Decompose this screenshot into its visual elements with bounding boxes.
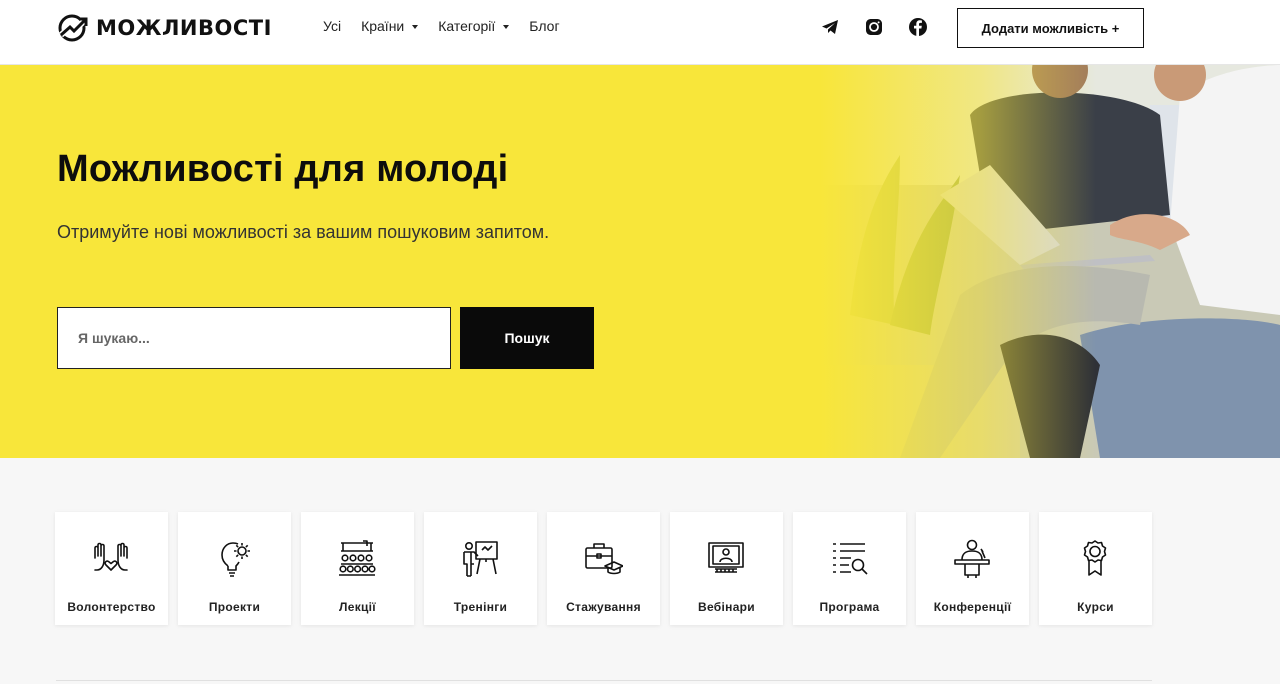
- lightbulb-gear-icon: [221, 542, 250, 577]
- category-trainings[interactable]: Тренінги: [424, 512, 537, 625]
- category-webinars[interactable]: Вебінари: [670, 512, 783, 625]
- category-label: Курси: [1077, 600, 1114, 614]
- site-header: МОЖЛИВОСТІ Усі Країни Категорії Блог Дод…: [0, 0, 1280, 65]
- trainer-board-icon: [463, 541, 498, 577]
- lecture-audience-icon: [339, 540, 376, 576]
- nav-item-label: Категорії: [438, 18, 496, 34]
- instagram-icon[interactable]: [864, 17, 884, 37]
- nav-item-label: Блог: [529, 18, 560, 34]
- nav-item-label: Усі: [323, 18, 342, 34]
- category-conferences[interactable]: Конференції: [916, 512, 1029, 625]
- category-label: Лекції: [339, 600, 376, 614]
- divider: [56, 680, 1152, 681]
- caret-down-icon: [503, 24, 510, 29]
- hero-photo: [820, 65, 1280, 458]
- hero-subtitle: Отримуйте нові можливості за вашим пошук…: [57, 222, 550, 242]
- category-volunteering[interactable]: Волонтерство: [55, 512, 168, 625]
- nav-item-categories[interactable]: Категорії: [438, 18, 510, 34]
- category-label: Проекти: [208, 600, 261, 614]
- category-projects[interactable]: Проекти: [178, 512, 291, 625]
- search-input[interactable]: [57, 307, 451, 369]
- caret-down-icon: [412, 24, 419, 29]
- logo-icon: [58, 14, 88, 42]
- hero-title: Можливості для молоді: [57, 148, 509, 190]
- category-courses[interactable]: Курси: [1039, 512, 1152, 625]
- list-search-icon: [833, 543, 868, 575]
- category-lectures[interactable]: Лекції: [301, 512, 414, 625]
- category-label: Тренінги: [453, 600, 508, 614]
- category-label: Вебінари: [698, 600, 755, 614]
- category-program[interactable]: Програма: [793, 512, 906, 625]
- nav-item-countries[interactable]: Країни: [361, 18, 419, 34]
- nav-item-label: Країни: [361, 18, 405, 34]
- add-opportunity-button[interactable]: Додати можливість +: [957, 8, 1144, 48]
- hero-section: Можливості для молоді Отримуйте нові мож…: [0, 65, 1280, 458]
- social-links: [820, 17, 928, 37]
- category-label: Волонтерство: [67, 600, 156, 614]
- category-label: Конференції: [933, 600, 1012, 614]
- logo-text: МОЖЛИВОСТІ: [96, 16, 272, 40]
- main-nav: Усі Країни Категорії Блог: [323, 18, 560, 34]
- category-label: Стажування: [566, 600, 641, 614]
- category-internships[interactable]: Стажування: [547, 512, 660, 625]
- logo[interactable]: МОЖЛИВОСТІ: [56, 13, 272, 43]
- nav-item-all[interactable]: Усі: [323, 18, 341, 34]
- speaker-podium-icon: [954, 539, 990, 578]
- hands-heart-icon: [94, 542, 128, 571]
- award-badge-icon: [1083, 540, 1107, 576]
- category-list: Волонтерство Проекти Лекції Тренінги Ста…: [55, 512, 1152, 625]
- category-label: Програма: [819, 600, 880, 614]
- nav-item-blog[interactable]: Блог: [529, 18, 559, 34]
- facebook-icon[interactable]: [908, 17, 928, 37]
- briefcase-graduation-icon: [585, 543, 623, 575]
- monitor-webinar-icon: [708, 542, 744, 573]
- telegram-icon[interactable]: [820, 17, 840, 37]
- search-button[interactable]: Пошук: [460, 307, 594, 369]
